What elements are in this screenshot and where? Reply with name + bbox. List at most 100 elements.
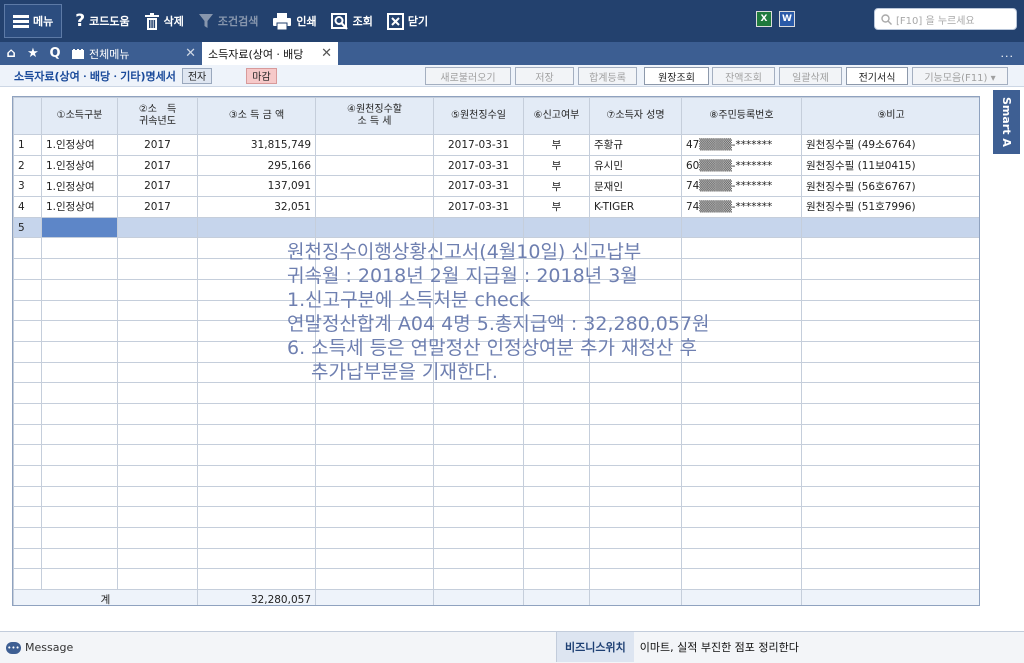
attribution-year-cell[interactable] [117,361,198,384]
delete-button[interactable]: 삭제 [137,4,191,38]
income-type-cell[interactable] [41,423,118,446]
recipient-name-cell[interactable] [589,402,682,425]
ledger-lookup-button[interactable]: 원장조회 [644,67,709,85]
income-type-cell[interactable] [41,382,118,404]
note-cell[interactable] [801,361,979,384]
row-number-cell[interactable]: 5 [13,216,42,239]
recipient-name-cell[interactable] [589,216,682,239]
withholding-tax-cell[interactable] [315,402,434,425]
row-number-cell[interactable] [13,547,42,570]
e-format-button[interactable]: 전기서식 [846,67,908,85]
note-cell[interactable] [801,402,979,425]
income-type-cell[interactable]: 1.인정상여 [41,175,118,198]
withholding-tax-cell[interactable] [315,444,434,466]
condition-search-button[interactable]: 조건검색 [191,4,265,38]
message-button[interactable]: ••• Message [6,641,73,654]
empty-row[interactable] [13,444,979,466]
income-amount-cell[interactable] [197,465,316,487]
note-cell[interactable]: 원천징수필 (51호7996) [801,196,979,218]
row-number-cell[interactable] [13,527,42,549]
withholding-date-cell[interactable] [433,465,524,487]
income-amount-cell[interactable] [197,527,316,549]
attribution-year-cell[interactable]: 2017 [117,134,198,156]
row-number-cell[interactable] [13,361,42,384]
resident-number-cell[interactable] [681,423,802,446]
income-type-cell[interactable] [41,547,118,570]
income-amount-cell[interactable] [197,382,316,404]
withholding-tax-cell[interactable] [315,196,434,218]
note-cell[interactable] [801,237,979,260]
withholding-tax-cell[interactable] [315,154,434,177]
attribution-year-cell[interactable] [117,237,198,260]
tab-close-icon[interactable]: ✕ [321,46,332,61]
header-report-status[interactable]: ⑥신고여부 [523,97,590,135]
withholding-tax-cell[interactable] [315,216,434,239]
withholding-tax-cell[interactable] [315,423,434,446]
income-type-cell[interactable] [41,237,118,260]
withholding-date-cell[interactable]: 2017-03-31 [433,134,524,156]
recipient-name-cell[interactable]: 문재인 [589,175,682,198]
resident-number-cell[interactable]: 60▒▒▒▒-******* [681,154,802,177]
attribution-year-cell[interactable] [117,216,198,239]
note-cell[interactable]: 원천징수필 (56호6767) [801,175,979,198]
income-amount-cell[interactable] [197,216,316,239]
tab-close-icon[interactable]: ✕ [185,46,196,61]
withholding-tax-cell[interactable] [315,465,434,487]
row-number-cell[interactable] [13,258,42,280]
report-status-cell[interactable] [523,423,590,446]
income-type-cell[interactable] [41,485,118,508]
recipient-name-cell[interactable]: 유시민 [589,154,682,177]
income-type-cell[interactable] [41,278,118,301]
income-amount-cell[interactable] [197,547,316,570]
row-number-cell[interactable] [13,568,42,591]
withholding-date-cell[interactable] [433,485,524,508]
income-type-cell[interactable] [41,216,118,239]
withholding-date-cell[interactable] [433,527,524,549]
attribution-year-cell[interactable] [117,340,198,363]
header-resident-number[interactable]: ⑧주민등록번호 [681,97,802,135]
attribution-year-cell[interactable] [117,320,198,342]
header-note[interactable]: ⑨비고 [801,97,979,135]
income-type-cell[interactable] [41,320,118,342]
income-type-cell[interactable] [41,527,118,549]
note-cell[interactable] [801,465,979,487]
functions-button[interactable]: 기능모음(F11) ▾ [912,67,1008,85]
row-number-cell[interactable]: 4 [13,196,42,218]
income-type-cell[interactable]: 1.인정상여 [41,134,118,156]
row-number-cell[interactable] [13,506,42,529]
income-amount-cell[interactable] [197,423,316,446]
recipient-name-cell[interactable] [589,465,682,487]
save-button[interactable]: 저장 [515,67,574,85]
closed-badge[interactable]: 마감 [246,67,277,84]
attribution-year-cell[interactable] [117,382,198,404]
income-type-cell[interactable] [41,444,118,466]
attribution-year-cell[interactable]: 2017 [117,196,198,218]
resident-number-cell[interactable] [681,547,802,570]
income-type-cell[interactable] [41,340,118,363]
row-number-cell[interactable]: 2 [13,154,42,177]
global-search-input[interactable]: [F10] 을 누르세요 [874,8,1017,30]
recipient-name-cell[interactable] [589,382,682,404]
withholding-date-cell[interactable]: 2017-03-31 [433,175,524,198]
excel-icon[interactable]: X [756,11,772,27]
note-cell[interactable] [801,278,979,301]
withholding-tax-cell[interactable] [315,547,434,570]
tab-more-button[interactable]: ... [991,42,1024,65]
tab-all-menu[interactable]: 전체메뉴 ✕ [66,42,202,65]
table-row[interactable]: 2 1.인정상여 2017 295,166 2017-03-31 부 유시민 60▒▒▒▒-*… [13,154,979,177]
attribution-year-cell[interactable] [117,402,198,425]
income-amount-cell[interactable]: 32,051 [197,196,316,218]
resident-number-cell[interactable]: 74▒▒▒▒-******* [681,175,802,198]
report-status-cell[interactable] [523,485,590,508]
header-income-amount[interactable]: ③소 득 금 액 [197,97,316,135]
income-amount-cell[interactable]: 31,815,749 [197,134,316,156]
empty-row[interactable] [13,568,979,591]
print-button[interactable]: 인쇄 [265,4,323,38]
income-type-cell[interactable] [41,361,118,384]
header-attribution-year[interactable]: ②소 득 귀속년도 [117,97,198,135]
header-withholding-tax[interactable]: ④원천징수할 소 득 세 [315,97,434,135]
withholding-date-cell[interactable] [433,402,524,425]
income-amount-cell[interactable] [197,568,316,591]
attribution-year-cell[interactable] [117,485,198,508]
attribution-year-cell[interactable] [117,547,198,570]
